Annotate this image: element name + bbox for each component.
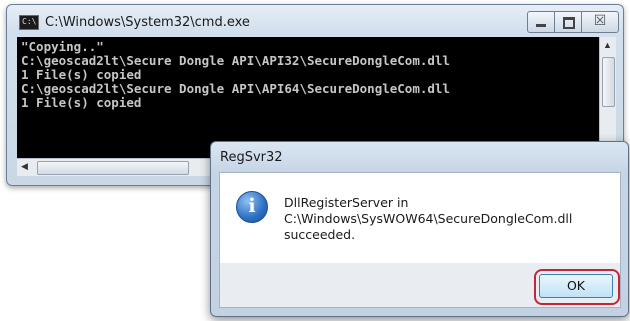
dialog-message-line: succeeded.	[284, 227, 356, 242]
dialog-footer: OK	[219, 263, 621, 308]
console-line: 1 File(s) copied	[21, 67, 142, 82]
dialog-body: i DllRegisterServer in C:\Windows\SysWOW…	[219, 172, 621, 264]
close-button[interactable]: ☒	[581, 11, 619, 33]
regsvr32-dialog: RegSvr32 i DllRegisterServer in C:\Windo…	[210, 141, 629, 317]
maximize-icon	[563, 17, 575, 29]
close-icon: ☒	[593, 13, 607, 29]
horizontal-scroll-thumb[interactable]	[37, 161, 189, 175]
info-icon-glyph: i	[248, 195, 256, 217]
info-icon: i	[236, 191, 268, 223]
cmd-window-title: C:\Windows\System32\cmd.exe	[45, 15, 250, 30]
console-line: C:\geoscad2lt\Secure Dongle API\API64\Se…	[21, 81, 450, 96]
console-line: C:\geoscad2lt\Secure Dongle API\API32\Se…	[21, 53, 450, 68]
scroll-left-icon[interactable]: ◀	[21, 161, 28, 172]
vertical-scrollbar[interactable]: ▲	[599, 37, 616, 158]
minimize-button[interactable]	[527, 11, 555, 33]
maximize-button[interactable]	[554, 11, 582, 33]
console-output[interactable]: "Copying.." C:\geoscad2lt\Secure Dongle …	[17, 37, 599, 158]
cmd-app-icon: C:\	[19, 15, 39, 30]
console-line: "Copying.."	[21, 39, 104, 54]
scroll-up-icon[interactable]: ▲	[603, 40, 612, 50]
dialog-message-line: C:\Windows\SysWOW64\SecureDongleCom.dll	[284, 211, 573, 226]
minimize-icon	[536, 24, 546, 27]
console-line: 1 File(s) copied	[21, 95, 142, 110]
ok-button[interactable]: OK	[539, 274, 613, 298]
cmd-app-icon-text: C:\	[22, 17, 37, 26]
vertical-scroll-thumb[interactable]	[602, 57, 615, 107]
dialog-title: RegSvr32	[220, 150, 283, 165]
dialog-message-line: DllRegisterServer in	[284, 195, 409, 210]
cmd-titlebar[interactable]: C:\ C:\Windows\System32\cmd.exe ☒	[7, 5, 623, 37]
